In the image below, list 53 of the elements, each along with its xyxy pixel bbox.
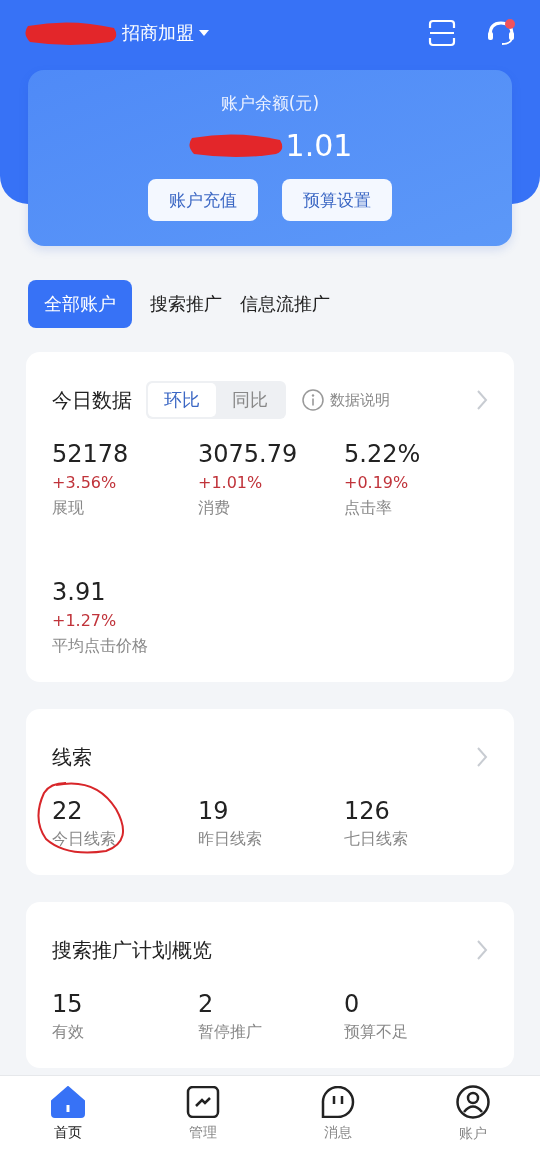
balance-amount: 1.01 <box>285 127 353 163</box>
stat-label: 昨日线索 <box>198 828 263 850</box>
nav-item[interactable]: 管理 <box>162 1086 243 1142</box>
compare-toggle-option[interactable]: 环比 <box>148 383 216 417</box>
chevron-right-icon[interactable] <box>476 939 488 961</box>
stat-value: 15 <box>52 989 84 1020</box>
stat-value: 126 <box>344 796 391 827</box>
dropdown-caret-icon[interactable] <box>198 28 210 38</box>
stat-label: 预算不足 <box>344 1021 409 1043</box>
scan-icon[interactable] <box>428 19 456 47</box>
stat-value: 0 <box>344 989 361 1020</box>
stat-label: 点击率 <box>344 497 393 519</box>
home-icon <box>50 1086 85 1118</box>
nav-item[interactable]: 首页 <box>27 1086 108 1142</box>
stat-value: 5.22% <box>344 439 422 470</box>
stat-change: +1.27% <box>52 610 118 632</box>
compare-toggle-option[interactable]: 同比 <box>216 383 284 417</box>
stat-change: +0.19% <box>344 472 410 494</box>
stat-label: 今日线索 <box>52 828 117 850</box>
chat-bubble-icon <box>320 1086 355 1118</box>
info-icon[interactable] <box>302 389 324 411</box>
nav-item[interactable]: 账户 <box>432 1085 513 1143</box>
stat-label: 暂停推广 <box>198 1021 263 1043</box>
stat-value: 22 <box>52 796 84 827</box>
chevron-right-icon[interactable] <box>476 746 488 768</box>
stat-label: 消费 <box>198 497 231 519</box>
stat-label: 有效 <box>52 1021 85 1043</box>
account-tab[interactable]: 信息流推广 <box>240 280 330 328</box>
card-title: 今日数据 <box>52 386 132 414</box>
customer-service-icon[interactable] <box>486 19 516 47</box>
stat-label: 七日线索 <box>344 828 409 850</box>
stat-value: 52178 <box>52 439 130 470</box>
card-title: 线索 <box>52 743 92 771</box>
chart-icon <box>185 1086 220 1118</box>
stat-value: 3.91 <box>52 577 107 608</box>
stat-label: 平均点击价格 <box>52 635 149 657</box>
card-title: 搜索推广计划概览 <box>52 936 212 964</box>
balance-button[interactable]: 账户充值 <box>148 179 258 221</box>
balance-button[interactable]: 预算设置 <box>282 179 392 221</box>
stat-change: +1.01% <box>198 472 264 494</box>
stat-label: 展现 <box>52 497 85 519</box>
stat-change: +3.56% <box>52 472 118 494</box>
chevron-right-icon[interactable] <box>476 389 488 411</box>
stat-value: 3075.79 <box>198 439 299 470</box>
user-icon <box>455 1085 490 1119</box>
account-tab[interactable]: 搜索推广 <box>150 280 222 328</box>
data-info-link[interactable]: 数据说明 <box>330 390 390 410</box>
account-name[interactable]: 招商加盟 <box>122 21 194 45</box>
balance-label: 账户余额(元) <box>220 92 320 115</box>
stat-value: 19 <box>198 796 230 827</box>
stat-value: 2 <box>198 989 215 1020</box>
account-tab[interactable]: 全部账户 <box>28 280 132 328</box>
nav-item[interactable]: 消息 <box>297 1086 378 1142</box>
